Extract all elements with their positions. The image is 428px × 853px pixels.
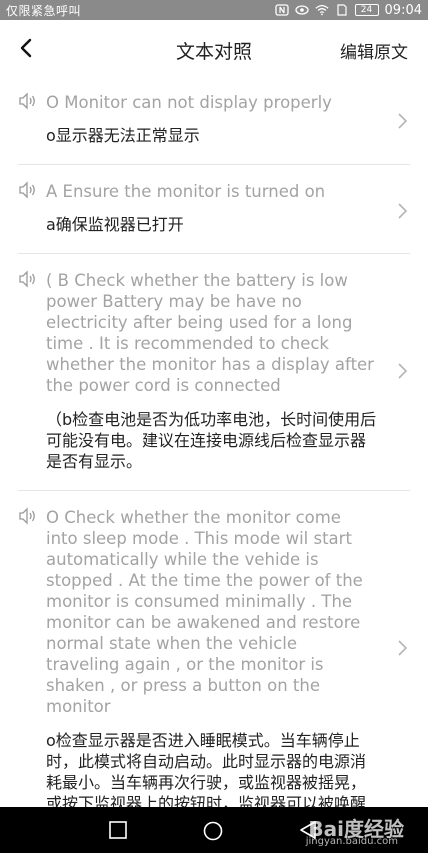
translated-text: a确保监视器已打开 — [46, 215, 184, 234]
status-bar: 仅限紧急呼叫 24 09:04 — [0, 0, 428, 20]
sim-icon — [336, 4, 347, 16]
carrier-text: 仅限紧急呼叫 — [6, 3, 82, 18]
status-icons: 24 09:04 — [274, 2, 422, 18]
text-comparison-list: O Monitor can not display properly o显示器无… — [0, 76, 428, 807]
chevron-right-icon — [398, 203, 408, 219]
source-text: O Monitor can not display properly — [46, 93, 332, 112]
source-text: ( B Check whether the battery is low pow… — [46, 271, 374, 395]
chevron-left-icon — [20, 38, 32, 58]
source-text: A Ensure the monitor is turned on — [46, 182, 326, 201]
eye-icon — [294, 5, 309, 15]
chevron-right-icon — [398, 113, 408, 129]
list-item[interactable]: ( B Check whether the battery is low pow… — [18, 254, 410, 491]
edit-original-button[interactable]: 编辑原文 — [340, 38, 408, 63]
back-button[interactable] — [12, 34, 40, 62]
speaker-icon[interactable] — [18, 181, 38, 199]
app-header: 文本对照 编辑原文 — [0, 20, 428, 76]
speaker-icon[interactable] — [18, 92, 38, 110]
translated-text: o显示器无法正常显示 — [46, 126, 200, 145]
translated-text: o检查显示器是否进入睡眠模式。当车辆停止时，此模式将自动启动。此时显示器的电源消… — [46, 731, 367, 807]
speaker-icon[interactable] — [18, 507, 38, 525]
nfc-icon — [274, 4, 289, 16]
battery-icon: 24 — [354, 4, 379, 16]
chevron-right-icon — [398, 640, 408, 656]
translated-text: （b检查电池是否为低功率电池，长时间使用后可能没有电。建议在连接电源线后检查显示… — [46, 410, 377, 471]
square-icon[interactable] — [108, 820, 128, 840]
list-item[interactable]: A Ensure the monitor is turned on a确保监视器… — [18, 165, 410, 254]
watermark-url: jingyan.baidu.com — [305, 836, 398, 847]
chevron-right-icon — [398, 363, 408, 379]
list-item[interactable]: O Check whether the monitor come into sl… — [18, 491, 410, 807]
source-text: O Check whether the monitor come into sl… — [46, 508, 363, 716]
wifi-icon — [315, 5, 329, 16]
circle-icon[interactable] — [202, 820, 224, 842]
speaker-icon[interactable] — [18, 270, 38, 288]
list-item[interactable]: O Monitor can not display properly o显示器无… — [18, 76, 410, 165]
status-time: 09:04 — [384, 2, 422, 18]
